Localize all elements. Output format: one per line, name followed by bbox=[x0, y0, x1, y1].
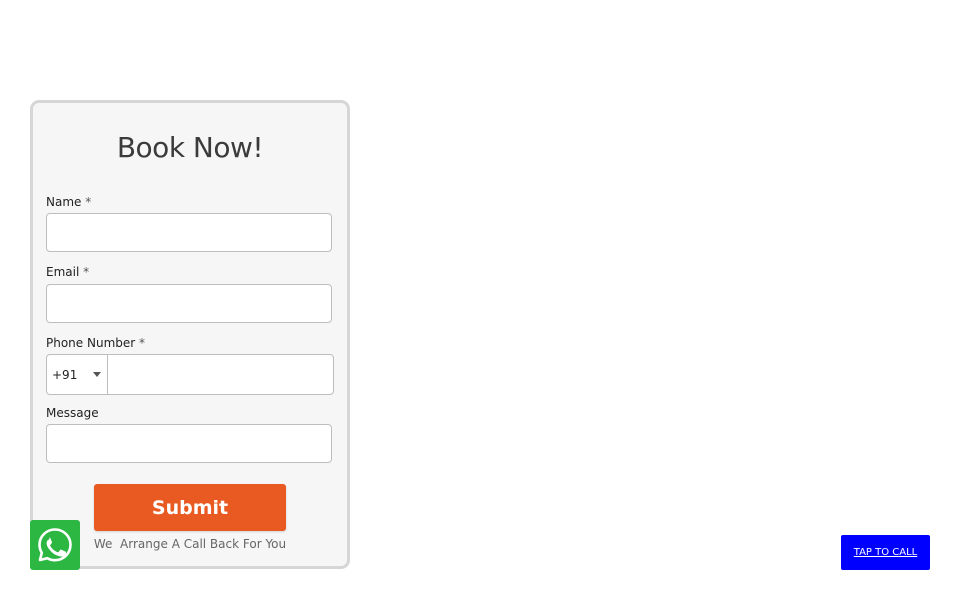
phone-required-mark: * bbox=[139, 336, 146, 350]
email-required-mark: * bbox=[83, 265, 90, 279]
message-label: Message bbox=[46, 406, 99, 420]
callback-note: We Arrange A Call Back For You bbox=[93, 537, 287, 551]
name-required-mark: * bbox=[85, 195, 92, 209]
country-code-select[interactable]: +91 bbox=[47, 355, 108, 394]
email-input[interactable] bbox=[46, 284, 332, 323]
email-label: Email * bbox=[46, 265, 89, 279]
phone-input[interactable] bbox=[108, 355, 333, 394]
message-input[interactable] bbox=[46, 424, 332, 463]
booking-form: Book Now! Name * Email * Phone Number * … bbox=[30, 100, 350, 569]
whatsapp-icon bbox=[38, 528, 72, 562]
name-label-text: Name bbox=[46, 195, 82, 209]
tap-to-call-button[interactable]: TAP TO CALL bbox=[841, 535, 930, 570]
phone-label-text: Phone Number bbox=[46, 336, 136, 350]
email-label-text: Email bbox=[46, 265, 80, 279]
country-code-value: +91 bbox=[52, 367, 78, 382]
page: Book Now! Name * Email * Phone Number * … bbox=[0, 0, 960, 600]
form-title: Book Now! bbox=[116, 131, 264, 164]
caret-down-icon bbox=[93, 372, 101, 377]
message-label-text: Message bbox=[46, 406, 99, 420]
phone-label: Phone Number * bbox=[46, 336, 145, 350]
submit-button[interactable]: Submit bbox=[94, 484, 286, 531]
whatsapp-button[interactable] bbox=[30, 520, 80, 570]
name-label: Name * bbox=[46, 195, 91, 209]
name-input[interactable] bbox=[46, 213, 332, 252]
phone-field: +91 bbox=[46, 354, 334, 395]
